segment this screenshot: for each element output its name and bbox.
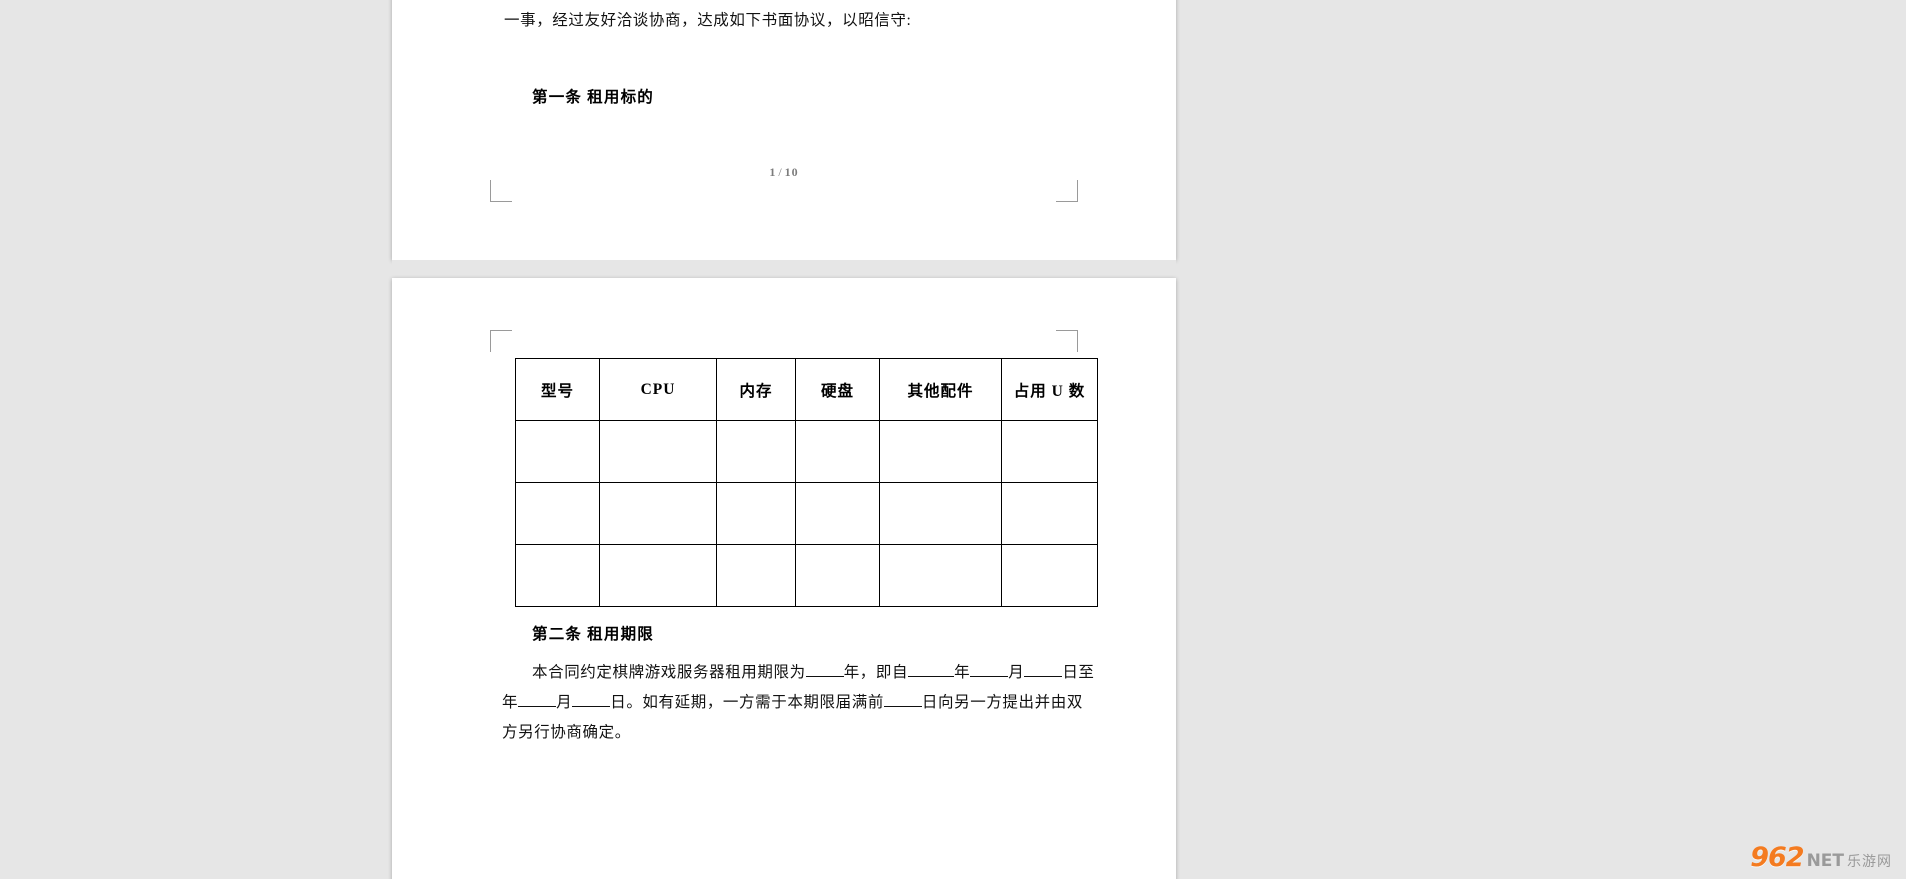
para-text: 本合同约定棋牌游戏服务器租用期限为 xyxy=(532,664,806,681)
table-cell xyxy=(795,544,880,607)
para-text: 日。如有延期，一方需于本期限届满前 xyxy=(610,694,884,711)
watermark-net-label: NET xyxy=(1806,851,1844,871)
fill-blank xyxy=(572,706,611,707)
table-cell xyxy=(879,482,1002,545)
table-cell xyxy=(879,544,1002,607)
table-row xyxy=(515,420,1098,483)
table-cell xyxy=(1001,420,1098,483)
spec-header-cpu: CPU xyxy=(599,358,717,421)
fill-blank xyxy=(908,676,955,677)
para-text: 月 xyxy=(1008,664,1025,681)
table-cell xyxy=(716,544,796,607)
para-text: 日至 xyxy=(1062,664,1095,681)
table-cell xyxy=(716,420,796,483)
watermark-number: 962 xyxy=(1750,842,1804,873)
page-separator xyxy=(392,260,1176,278)
table-cell xyxy=(1001,482,1098,545)
page-indicator: 1/10 xyxy=(392,165,1176,180)
fill-blank xyxy=(805,676,844,677)
table-cell xyxy=(599,544,717,607)
spec-header-other: 其他配件 xyxy=(879,358,1002,421)
table-cell xyxy=(599,420,717,483)
crop-mark-bottom-right-icon xyxy=(1056,180,1078,202)
crop-mark-bottom-left-icon xyxy=(490,180,512,202)
document-page-2: 型号 CPU 内存 硬盘 其他配件 占用 U 数 第二条 租用期限 本合同约定棋… xyxy=(392,278,1176,879)
page-indicator-separator: / xyxy=(778,165,783,179)
spec-header-disk: 硬盘 xyxy=(795,358,880,421)
spec-table-head: 型号 CPU 内存 硬盘 其他配件 占用 U 数 xyxy=(515,358,1098,421)
table-cell xyxy=(879,420,1002,483)
document-page-1: 一事，经过友好洽谈协商，达成如下书面协议，以昭信守: 第一条 租用标的 xyxy=(392,0,1176,260)
crop-mark-top-right-icon xyxy=(1056,330,1078,352)
page1-section-heading: 第一条 租用标的 xyxy=(532,89,654,106)
table-cell xyxy=(515,482,600,545)
page1-body-line: 一事，经过友好洽谈协商，达成如下书面协议，以昭信守: xyxy=(504,12,912,29)
para-text: 月 xyxy=(556,694,573,711)
table-row xyxy=(515,482,1098,545)
table-cell xyxy=(795,482,880,545)
para-text: 日向另一方提出并由双 xyxy=(921,694,1083,711)
watermark-site-name: 乐游网 xyxy=(1847,854,1892,870)
document-viewer[interactable]: 一事，经过友好洽谈协商，达成如下书面协议，以昭信守: 第一条 租用标的 1/10… xyxy=(0,0,1906,879)
spec-header-memory: 内存 xyxy=(716,358,796,421)
para-text: 年 xyxy=(502,694,519,711)
table-cell xyxy=(515,420,600,483)
server-spec-table: 型号 CPU 内存 硬盘 其他配件 占用 U 数 xyxy=(515,358,1098,607)
table-cell xyxy=(795,420,880,483)
table-cell xyxy=(716,482,796,545)
spec-header-model: 型号 xyxy=(515,358,600,421)
fill-blank xyxy=(1024,676,1063,677)
page-indicator-total: 10 xyxy=(784,165,799,179)
page2-section-heading: 第二条 租用期限 xyxy=(532,626,654,643)
table-cell xyxy=(1001,544,1098,607)
spec-header-u-count: 占用 U 数 xyxy=(1001,358,1098,421)
table-row xyxy=(515,544,1098,607)
table-cell xyxy=(599,482,717,545)
fill-blank xyxy=(970,676,1009,677)
crop-mark-top-left-icon xyxy=(490,330,512,352)
fill-blank xyxy=(518,706,557,707)
page2-paragraph-line-3: 方另行协商确定。 xyxy=(502,724,631,741)
fill-blank xyxy=(883,706,922,707)
para-text: 年 xyxy=(954,664,971,681)
spec-table-header-row: 型号 CPU 内存 硬盘 其他配件 占用 U 数 xyxy=(515,358,1098,421)
page2-paragraph-line-2: 年 月 日。如有延期，一方需于本期限届满前 日向另一方提出并由双 xyxy=(502,690,1083,716)
site-watermark: 962 NET 乐游网 xyxy=(1750,842,1892,873)
spec-table-body xyxy=(515,420,1098,607)
page2-paragraph-line-1: 本合同约定棋牌游戏服务器租用期限为 年，即自 年 月 日至 xyxy=(532,660,1095,686)
table-cell xyxy=(515,544,600,607)
para-text: 年，即自 xyxy=(843,664,909,681)
